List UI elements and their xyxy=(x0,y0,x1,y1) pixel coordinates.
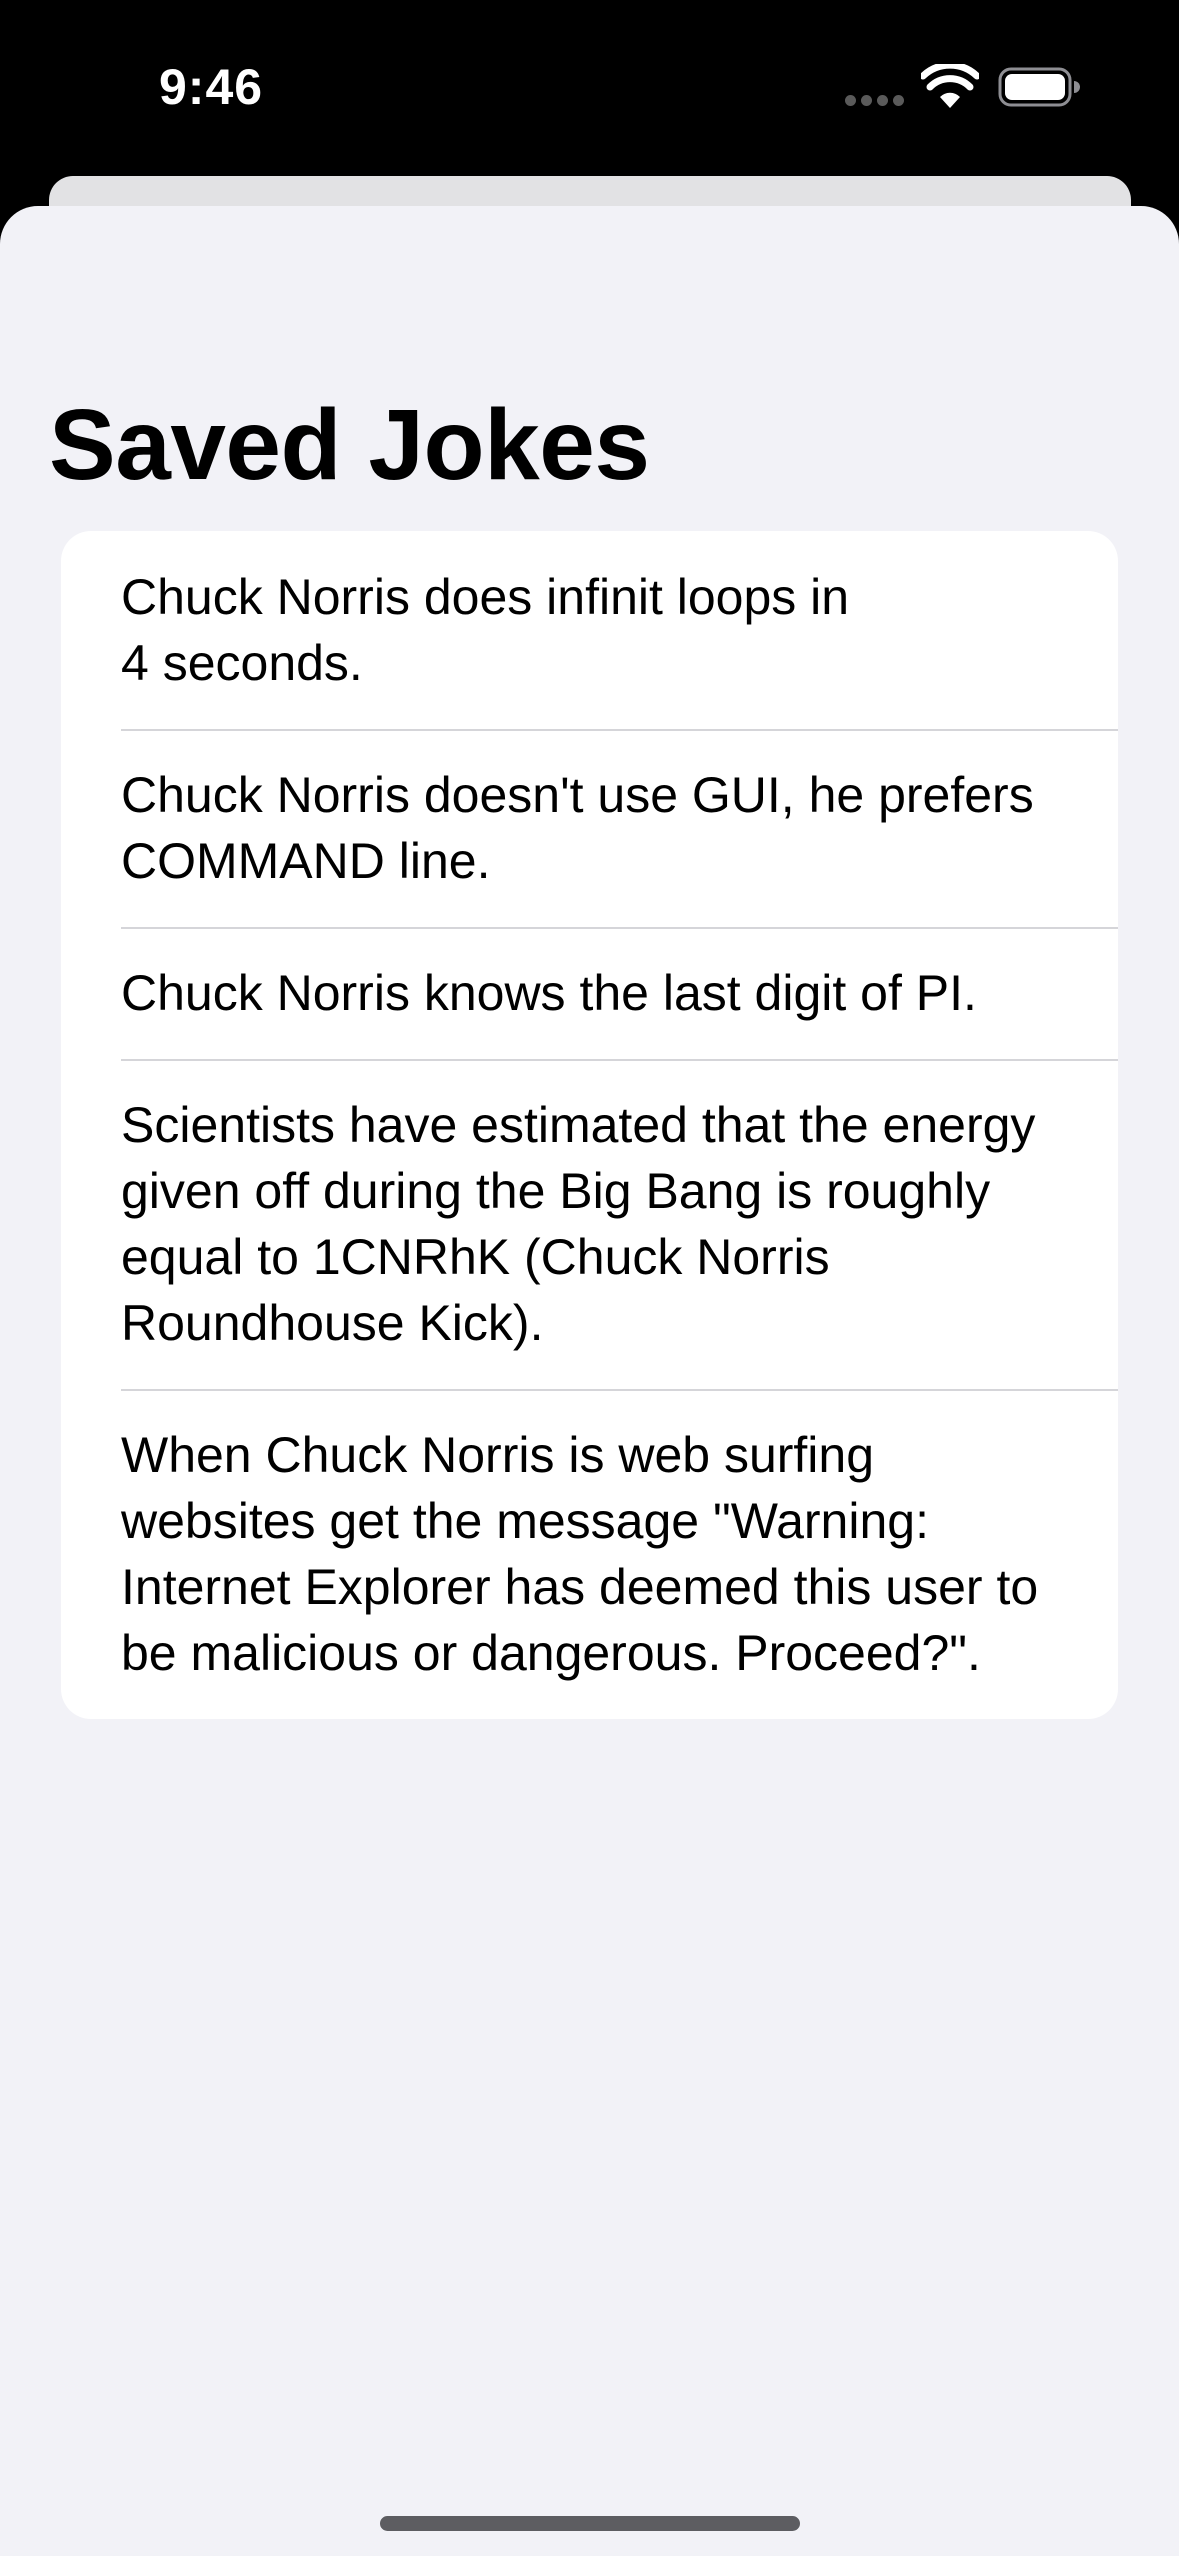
home-indicator[interactable] xyxy=(380,2516,800,2531)
joke-item[interactable]: Scientists have estimated that the energ… xyxy=(61,1059,1118,1389)
joke-item[interactable]: Chuck Norris knows the last digit of PI. xyxy=(61,927,1118,1059)
joke-text: When Chuck Norris is web surfing website… xyxy=(121,1427,1039,1681)
joke-text: Chuck Norris doesn't use GUI, he prefers… xyxy=(121,767,1034,889)
jokes-list: Chuck Norris does infinit loops in 4 sec… xyxy=(61,531,1118,1719)
joke-item[interactable]: Chuck Norris does infinit loops in 4 sec… xyxy=(61,531,1118,729)
joke-text: Chuck Norris does infinit loops in 4 sec… xyxy=(121,569,850,691)
status-time: 9:46 xyxy=(159,59,264,115)
status-bar: 9:46 xyxy=(0,0,1179,175)
cellular-signal-icon xyxy=(845,95,905,107)
joke-text: Chuck Norris knows the last digit of PI. xyxy=(121,965,977,1021)
page-title: Saved Jokes xyxy=(49,389,650,501)
joke-item[interactable]: When Chuck Norris is web surfing website… xyxy=(61,1389,1118,1719)
battery-icon xyxy=(998,67,1080,107)
joke-item[interactable]: Chuck Norris doesn't use GUI, he prefers… xyxy=(61,729,1118,927)
joke-text: Scientists have estimated that the energ… xyxy=(121,1097,1036,1351)
wifi-icon xyxy=(921,64,979,108)
